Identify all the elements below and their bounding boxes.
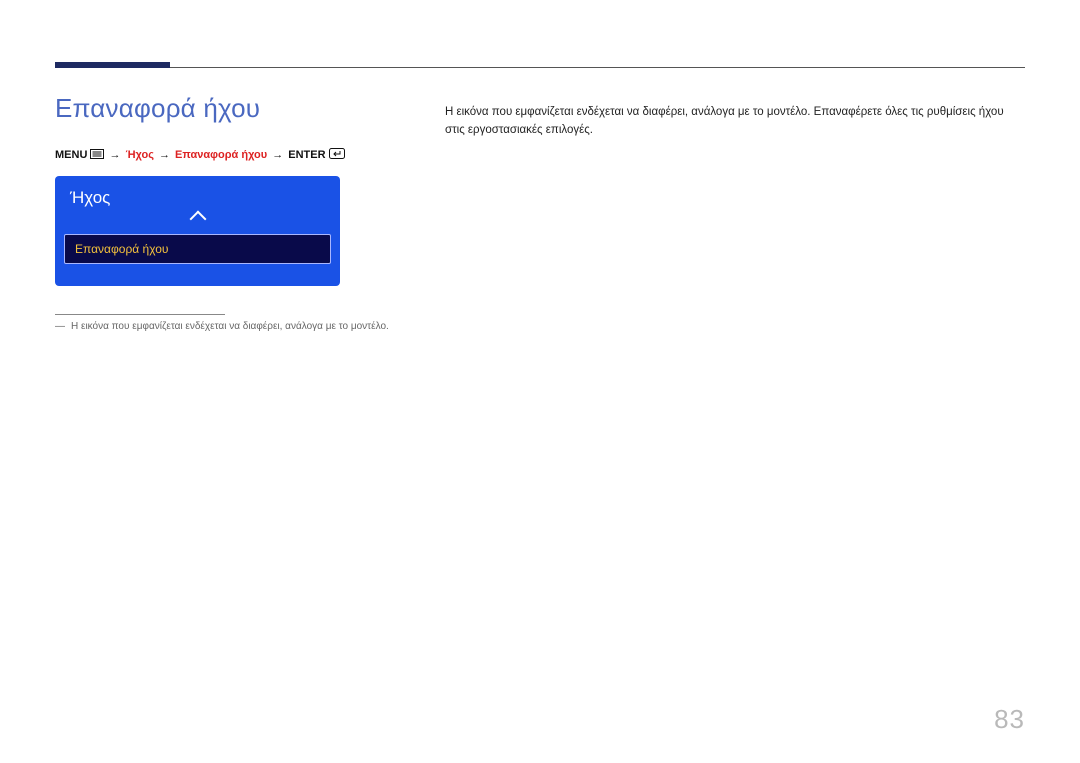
footnote: ― Η εικόνα που εμφανίζεται ενδέχεται να … <box>55 321 395 332</box>
top-rule <box>55 45 1025 75</box>
right-column: Η εικόνα που εμφανίζεται ενδέχεται να δι… <box>445 93 1025 332</box>
breadcrumb-step3: Επαναφορά ήχου <box>175 149 267 161</box>
breadcrumb-step2: Ήχος <box>126 149 154 161</box>
osd-item-label: Επαναφορά ήχου <box>75 242 168 256</box>
scroll-up-icon[interactable] <box>64 212 331 230</box>
footnote-dash: ― <box>55 321 65 332</box>
arrow-sep: → <box>157 149 172 161</box>
arrow-sep: → <box>108 149 123 161</box>
footnote-rule <box>55 314 225 315</box>
content-columns: Επαναφορά ήχου MENU → Ήχος → Επαναφορά ή… <box>55 93 1025 332</box>
footnote-text: Η εικόνα που εμφανίζεται ενδέχεται να δι… <box>71 321 389 332</box>
menu-icon <box>90 149 104 162</box>
page-number: 83 <box>994 704 1025 735</box>
page-root: Επαναφορά ήχου MENU → Ήχος → Επαναφορά ή… <box>0 0 1080 763</box>
rule-thin <box>55 67 1025 68</box>
enter-icon <box>329 148 345 162</box>
menu-path: MENU → Ήχος → Επαναφορά ήχου → ENTER <box>55 148 395 162</box>
arrow-sep: → <box>270 149 285 161</box>
section-title: Επαναφορά ήχου <box>55 93 395 124</box>
left-column: Επαναφορά ήχου MENU → Ήχος → Επαναφορά ή… <box>55 93 395 332</box>
description-text: Η εικόνα που εμφανίζεται ενδέχεται να δι… <box>445 103 1025 140</box>
chevron-up-icon <box>192 212 204 229</box>
enter-label: ENTER <box>288 149 325 161</box>
osd-selected-item[interactable]: Επαναφορά ήχου <box>64 234 331 264</box>
rule-thick <box>55 62 170 68</box>
osd-panel: Ήχος Επαναφορά ήχου <box>55 176 340 286</box>
menu-label: MENU <box>55 149 87 161</box>
